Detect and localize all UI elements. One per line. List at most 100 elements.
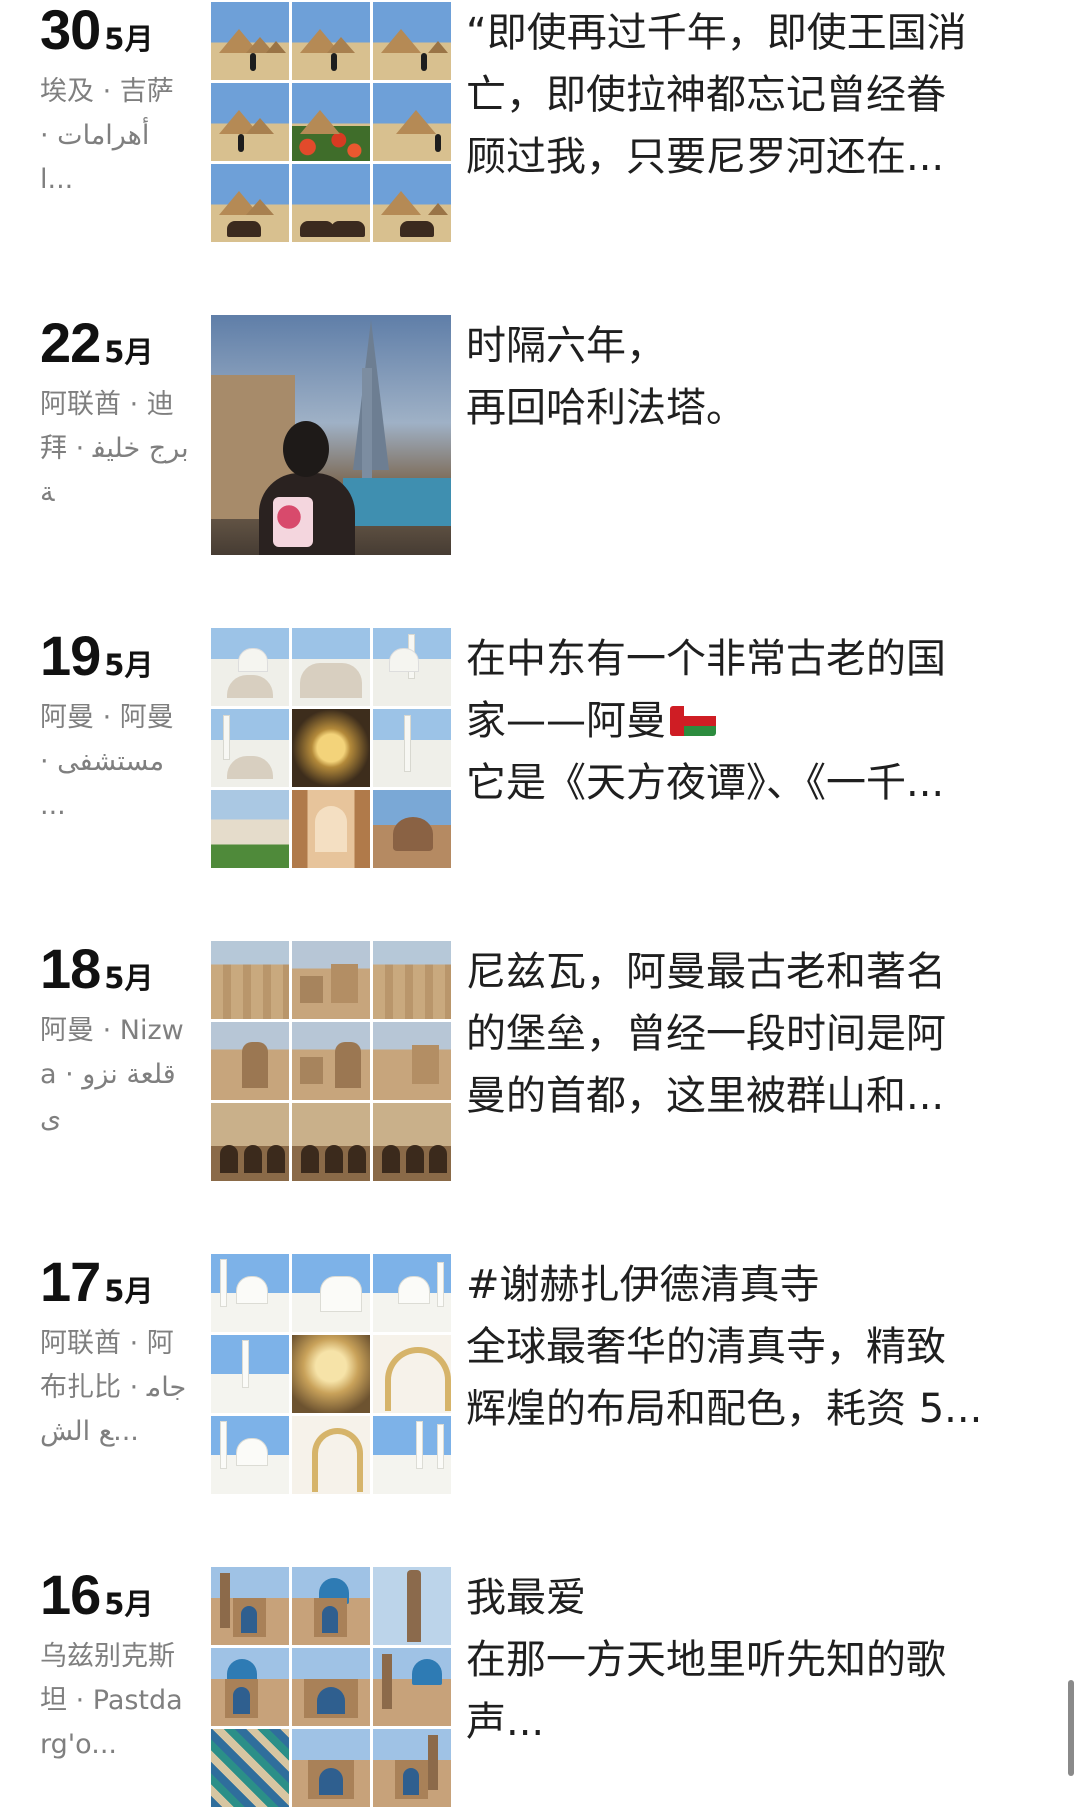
photo-thumbnail[interactable] bbox=[211, 2, 289, 80]
post-month: 5月 bbox=[104, 648, 154, 682]
post-date: 30 5月 bbox=[40, 2, 190, 58]
photo-thumbnail[interactable] bbox=[373, 628, 451, 706]
photo-thumbnail[interactable] bbox=[373, 1648, 451, 1726]
post-caption[interactable]: 在中东有一个非常古老的国 家——阿曼 它是《天方夜谭》、《一千... bbox=[466, 628, 1026, 814]
photo-thumbnail[interactable] bbox=[292, 1416, 370, 1494]
post-caption[interactable]: 我最爱 在那一方天地里听先知的歌 声... bbox=[466, 1567, 1026, 1753]
post-item: 17 5月 阿联酋 · 阿布扎比 · جامع الش... #谢赫扎伊德清真寺 … bbox=[0, 1254, 1080, 1494]
post-month: 5月 bbox=[104, 961, 154, 995]
post-date-column: 30 5月 埃及 · 吉萨 · أهرامات ا... bbox=[40, 2, 190, 202]
post-location[interactable]: 阿联酋 · 迪拜 · برج خليفة bbox=[40, 383, 190, 515]
photo-thumbnail[interactable] bbox=[211, 709, 289, 787]
photo-thumbnail[interactable] bbox=[292, 1567, 370, 1645]
post-month: 5月 bbox=[104, 22, 154, 56]
post-date: 22 5月 bbox=[40, 315, 190, 371]
caption-line: 的堡垒，曾经一段时间是阿 bbox=[466, 1011, 946, 1057]
post-day: 19 bbox=[40, 624, 101, 687]
post-caption[interactable]: 尼兹瓦，阿曼最古老和著名 的堡垒，曾经一段时间是阿 曼的首都，这里被群山和... bbox=[466, 941, 1026, 1127]
post-date-column: 19 5月 阿曼 · 阿曼 · مستشفى ... bbox=[40, 628, 190, 828]
photo-thumbnail[interactable] bbox=[373, 164, 451, 242]
caption-line: 全球最奢华的清真寺，精致 bbox=[466, 1324, 946, 1370]
photo-thumbnail[interactable] bbox=[211, 1567, 289, 1645]
photo-thumbnail[interactable] bbox=[211, 941, 289, 1019]
photo-thumbnail[interactable] bbox=[292, 2, 370, 80]
post-day: 22 bbox=[40, 311, 101, 374]
photo-thumbnail[interactable] bbox=[211, 83, 289, 161]
post-item: 22 5月 阿联酋 · 迪拜 · برج خليفة 时隔六年， 再回哈利法塔。 bbox=[0, 315, 1080, 555]
post-photo-grid[interactable] bbox=[211, 628, 451, 868]
photo-thumbnail[interactable] bbox=[211, 1729, 289, 1807]
caption-line: 在那一方天地里听先知的歌 bbox=[466, 1637, 946, 1683]
photo-thumbnail[interactable] bbox=[373, 941, 451, 1019]
caption-line: 尼兹瓦，阿曼最古老和著名 bbox=[466, 949, 946, 995]
caption-line: 顾过我，只要尼罗河还在... bbox=[466, 134, 945, 180]
photo-thumbnail[interactable] bbox=[292, 1103, 370, 1181]
photo-thumbnail[interactable] bbox=[292, 164, 370, 242]
photo-thumbnail[interactable] bbox=[373, 2, 451, 80]
caption-line: 它是《天方夜谭》、《一千... bbox=[466, 760, 945, 806]
photo-thumbnail[interactable] bbox=[211, 1022, 289, 1100]
post-location[interactable]: 埃及 · 吉萨 · أهرامات ا... bbox=[40, 70, 190, 202]
post-day: 18 bbox=[40, 937, 101, 1000]
post-photo-grid[interactable] bbox=[211, 1254, 451, 1494]
post-date-column: 22 5月 阿联酋 · 迪拜 · برج خليفة bbox=[40, 315, 190, 515]
photo-thumbnail[interactable] bbox=[211, 1103, 289, 1181]
photo-thumbnail[interactable] bbox=[292, 1729, 370, 1807]
post-location[interactable]: 阿曼 · 阿曼 · مستشفى ... bbox=[40, 696, 190, 828]
photo-thumbnail[interactable] bbox=[211, 1254, 289, 1332]
photo-thumbnail[interactable] bbox=[211, 315, 451, 555]
photo-thumbnail[interactable] bbox=[373, 790, 451, 868]
photo-thumbnail[interactable] bbox=[211, 1335, 289, 1413]
photo-thumbnail[interactable] bbox=[292, 709, 370, 787]
caption-line: 时隔六年， bbox=[466, 323, 666, 369]
photo-thumbnail[interactable] bbox=[292, 628, 370, 706]
scrollbar[interactable] bbox=[1068, 1680, 1074, 1776]
photo-thumbnail[interactable] bbox=[292, 1335, 370, 1413]
post-location[interactable]: 阿联酋 · 阿布扎比 · جامع الش... bbox=[40, 1322, 190, 1454]
photo-thumbnail[interactable] bbox=[373, 1416, 451, 1494]
photo-thumbnail[interactable] bbox=[373, 1254, 451, 1332]
photo-thumbnail[interactable] bbox=[292, 941, 370, 1019]
post-item: 30 5月 埃及 · 吉萨 · أهرامات ا... “即使再过千年，即使王国… bbox=[0, 2, 1080, 242]
photo-thumbnail[interactable] bbox=[211, 1416, 289, 1494]
post-caption[interactable]: #谢赫扎伊德清真寺 全球最奢华的清真寺，精致 辉煌的布局和配色，耗资 5... bbox=[466, 1254, 1026, 1440]
post-photo-single[interactable] bbox=[211, 315, 451, 555]
post-photo-grid[interactable] bbox=[211, 941, 451, 1181]
post-photo-grid[interactable] bbox=[211, 2, 451, 242]
photo-thumbnail[interactable] bbox=[211, 628, 289, 706]
photo-thumbnail[interactable] bbox=[373, 709, 451, 787]
post-photo-grid[interactable] bbox=[211, 1567, 451, 1807]
caption-line: “即使再过千年，即使王国消 bbox=[466, 10, 967, 56]
caption-line: 我最爱 bbox=[466, 1575, 586, 1621]
caption-line: 亡，即使拉神都忘记曾经眷 bbox=[466, 72, 946, 118]
photo-thumbnail[interactable] bbox=[292, 1022, 370, 1100]
post-caption[interactable]: 时隔六年， 再回哈利法塔。 bbox=[466, 315, 1026, 439]
photo-thumbnail[interactable] bbox=[373, 1567, 451, 1645]
post-date: 18 5月 bbox=[40, 941, 190, 997]
photo-thumbnail[interactable] bbox=[373, 1103, 451, 1181]
photo-thumbnail[interactable] bbox=[292, 790, 370, 868]
caption-line: 再回哈利法塔。 bbox=[466, 385, 746, 431]
post-caption[interactable]: “即使再过千年，即使王国消 亡，即使拉神都忘记曾经眷 顾过我，只要尼罗河还在..… bbox=[466, 2, 1026, 188]
caption-line: 辉煌的布局和配色，耗资 5... bbox=[466, 1386, 983, 1432]
photo-thumbnail[interactable] bbox=[211, 790, 289, 868]
caption-line: 曼的首都，这里被群山和... bbox=[466, 1073, 945, 1119]
photo-thumbnail[interactable] bbox=[292, 1648, 370, 1726]
photo-thumbnail[interactable] bbox=[292, 83, 370, 161]
oman-flag-icon bbox=[670, 706, 716, 736]
photo-thumbnail[interactable] bbox=[292, 1254, 370, 1332]
photo-thumbnail[interactable] bbox=[373, 1729, 451, 1807]
post-month: 5月 bbox=[104, 1274, 154, 1308]
photo-thumbnail[interactable] bbox=[373, 1335, 451, 1413]
post-location[interactable]: 乌兹别克斯坦 · Pastdarg'o... bbox=[40, 1635, 190, 1767]
photo-thumbnail[interactable] bbox=[373, 83, 451, 161]
photo-thumbnail[interactable] bbox=[211, 164, 289, 242]
post-day: 16 bbox=[40, 1563, 101, 1626]
photo-thumbnail[interactable] bbox=[373, 1022, 451, 1100]
post-item: 16 5月 乌兹别克斯坦 · Pastdarg'o... 我最爱 在那一方天地里听… bbox=[0, 1567, 1080, 1807]
post-location[interactable]: 阿曼 · Nizwa · قلعة نزوى bbox=[40, 1009, 190, 1141]
post-day: 30 bbox=[40, 0, 101, 61]
photo-thumbnail[interactable] bbox=[211, 1648, 289, 1726]
moments-feed: 30 5月 埃及 · 吉萨 · أهرامات ا... “即使再过千年，即使王国… bbox=[0, 0, 1080, 1807]
caption-line: 声... bbox=[466, 1699, 545, 1745]
